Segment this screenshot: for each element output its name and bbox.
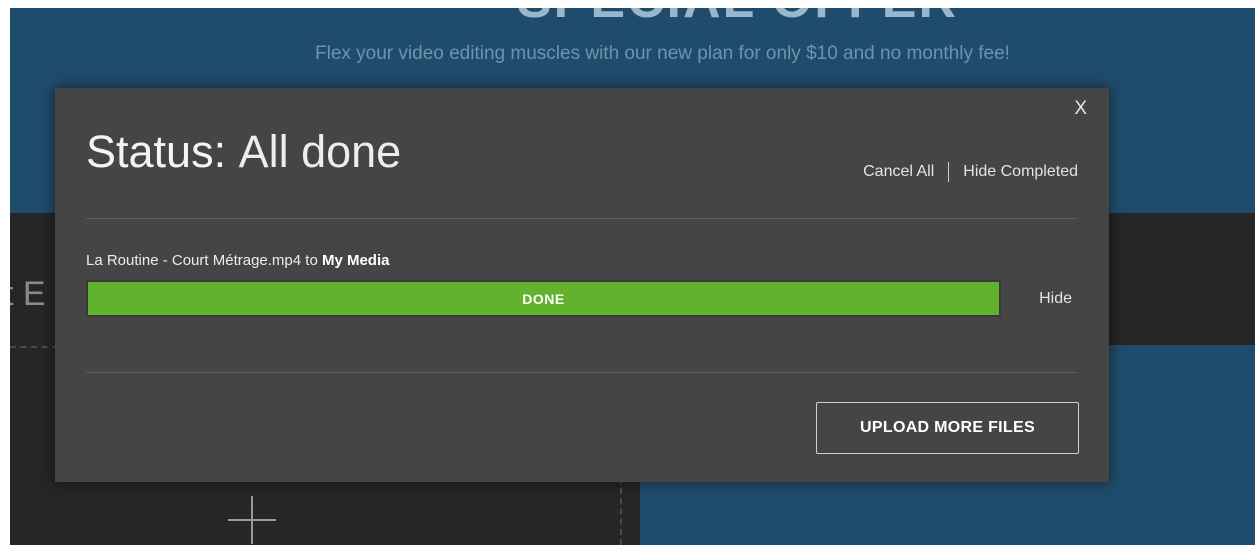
- dashed-border: [10, 346, 58, 348]
- upload-item: La Routine - Court Métrage.mp4 to My Med…: [86, 253, 1078, 317]
- divider: [86, 372, 1078, 373]
- action-separator: [948, 162, 950, 182]
- progress-label: DONE: [522, 290, 565, 307]
- to-text: to: [305, 252, 318, 269]
- status-value: All done: [238, 126, 402, 177]
- cancel-all-link[interactable]: Cancel All: [863, 163, 934, 181]
- hide-upload-link[interactable]: Hide: [1039, 290, 1072, 308]
- hide-completed-link[interactable]: Hide Completed: [963, 163, 1078, 181]
- header-actions: Cancel All Hide Completed: [863, 162, 1078, 182]
- plus-icon[interactable]: [228, 496, 276, 544]
- file-name: La Routine - Court Métrage.mp4: [86, 252, 302, 269]
- partial-heading-text: t E: [10, 275, 46, 313]
- dashed-border: [620, 478, 622, 545]
- status-title: Status: All done: [86, 129, 401, 174]
- progress-fill: DONE: [88, 282, 999, 315]
- close-icon[interactable]: X: [1074, 98, 1087, 120]
- upload-more-files-button[interactable]: UPLOAD MORE FILES: [816, 402, 1079, 454]
- offer-heading: SPECIAL OFFER: [115, 8, 1255, 30]
- upload-status-modal: X Status: All done Cancel All Hide Compl…: [55, 88, 1109, 482]
- progress-bar: DONE: [86, 280, 1001, 317]
- destination-name: My Media: [321, 252, 390, 269]
- divider: [86, 218, 1078, 219]
- offer-subtitle: Flex your video editing muscles with our…: [315, 43, 1010, 64]
- status-label: Status:: [86, 126, 227, 177]
- upload-file-line: La Routine - Court Métrage.mp4 to My Med…: [86, 253, 1078, 268]
